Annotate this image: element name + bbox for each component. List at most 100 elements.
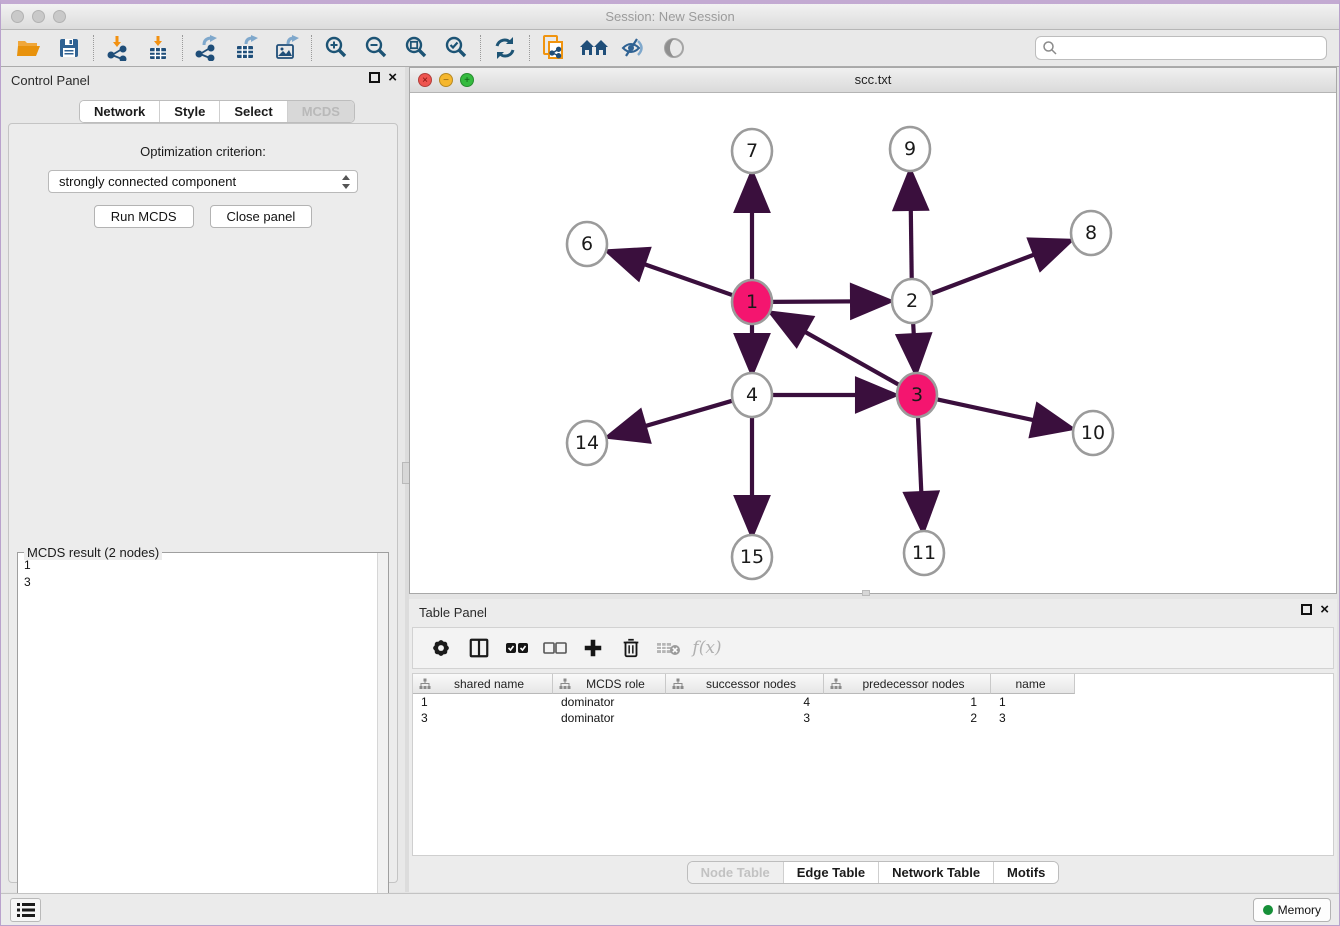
graph-node-15[interactable]: 15 — [732, 535, 772, 579]
delete-columns-button[interactable] — [615, 632, 647, 664]
graph-node-label: 15 — [740, 546, 764, 568]
add-column-button[interactable] — [577, 632, 609, 664]
graph-node-4[interactable]: 4 — [732, 373, 772, 417]
mcds-result-line: 3 — [24, 574, 376, 591]
graph-node-6[interactable]: 6 — [567, 222, 607, 266]
table-cell[interactable]: 3 — [666, 710, 824, 726]
graph-edge-2-8[interactable] — [930, 243, 1065, 294]
task-history-button[interactable] — [10, 898, 41, 922]
graph-node-14[interactable]: 14 — [567, 421, 607, 465]
float-table-panel-button[interactable] — [1301, 604, 1312, 615]
column-header-predecessor-nodes[interactable]: predecessor nodes — [824, 674, 991, 694]
column-header-successor-nodes[interactable]: successor nodes — [666, 674, 824, 694]
checked-boxes-icon — [504, 638, 530, 658]
fx-icon: f(x) — [692, 638, 721, 658]
graph-node-label: 1 — [746, 291, 758, 313]
toolbar-separator — [93, 35, 94, 61]
graph-node-9[interactable]: 9 — [890, 127, 930, 171]
tab-style[interactable]: Style — [160, 101, 220, 122]
close-table-panel-button[interactable]: × — [1320, 604, 1329, 615]
table-toolbar: f(x) — [412, 627, 1334, 669]
criterion-select[interactable]: strongly connected component — [48, 170, 358, 193]
column-header-MCDS-role[interactable]: MCDS role — [553, 674, 666, 694]
clone-network-button[interactable] — [534, 33, 574, 63]
tab-edge-table[interactable]: Edge Table — [784, 862, 879, 883]
graph-edge-1-2[interactable] — [771, 301, 884, 302]
table-cell[interactable]: 3 — [991, 710, 1075, 726]
zoom-fit-button[interactable] — [396, 33, 436, 63]
graph-edge-3-1[interactable] — [776, 316, 900, 386]
table-row: 1dominator411 — [413, 694, 1333, 710]
control-panel-title: Control Panel — [11, 73, 90, 88]
graph-node-2[interactable]: 2 — [892, 279, 932, 323]
graph-node-8[interactable]: 8 — [1071, 211, 1111, 255]
import-table-button[interactable] — [138, 33, 178, 63]
show-all-button[interactable] — [654, 33, 694, 63]
graph-edge-3-10[interactable] — [936, 399, 1066, 427]
tab-select[interactable]: Select — [220, 101, 287, 122]
graph-node-7[interactable]: 7 — [732, 129, 772, 173]
zoom-selected-icon — [443, 35, 469, 61]
export-image-button[interactable] — [267, 33, 307, 63]
column-header-name[interactable]: name — [991, 674, 1075, 694]
hide-selected-button[interactable] — [614, 33, 654, 63]
mcds-result-line: 1 — [24, 557, 376, 574]
memory-button[interactable]: Memory — [1253, 898, 1331, 922]
refresh-view-button[interactable] — [485, 33, 525, 63]
tab-node-table[interactable]: Node Table — [688, 862, 784, 883]
function-builder-button[interactable]: f(x) — [691, 632, 723, 664]
delete-table-button[interactable] — [653, 632, 685, 664]
table-cell[interactable]: 1 — [413, 694, 553, 710]
graph-edge-4-14[interactable] — [614, 400, 734, 435]
show-column-button[interactable] — [463, 632, 495, 664]
titlebar: Session: New Session — [1, 4, 1339, 30]
zoom-out-button[interactable] — [356, 33, 396, 63]
graph-node-1[interactable]: 1 — [732, 280, 772, 324]
network-graph[interactable]: 7 9 6 8 1 2 4 3 14 10 15 11 — [410, 93, 1338, 593]
first-neighbors-button[interactable] — [574, 33, 614, 63]
table-cell[interactable]: 2 — [824, 710, 991, 726]
column-header-label: predecessor nodes — [847, 677, 990, 691]
search-input[interactable] — [1058, 39, 1320, 57]
table-settings-button[interactable] — [425, 632, 457, 664]
graph-edge-3-11[interactable] — [918, 414, 923, 525]
save-session-button[interactable] — [49, 33, 89, 63]
criterion-selected-value: strongly connected component — [59, 174, 236, 189]
graph-node-11[interactable]: 11 — [904, 531, 944, 575]
close-panel-icon-button[interactable]: × — [388, 72, 397, 83]
graph-edge-1-6[interactable] — [613, 253, 734, 295]
table-cell[interactable]: 3 — [413, 710, 553, 726]
graph-node-10[interactable]: 10 — [1073, 411, 1113, 455]
horizontal-splitter-handle[interactable] — [862, 590, 870, 596]
run-mcds-button[interactable]: Run MCDS — [94, 205, 194, 228]
table-cell[interactable]: dominator — [553, 694, 666, 710]
close-panel-button[interactable]: Close panel — [210, 205, 313, 228]
zoom-in-button[interactable] — [316, 33, 356, 63]
open-session-button[interactable] — [9, 33, 49, 63]
tab-mcds[interactable]: MCDS — [288, 101, 354, 122]
main-toolbar — [1, 30, 1339, 67]
export-network-button[interactable] — [187, 33, 227, 63]
table-cell[interactable]: 4 — [666, 694, 824, 710]
table-cell[interactable]: dominator — [553, 710, 666, 726]
column-header-shared-name[interactable]: shared name — [413, 674, 553, 694]
unselect-all-columns-button[interactable] — [539, 632, 571, 664]
tab-network[interactable]: Network — [80, 101, 160, 122]
network-canvas[interactable]: 7 9 6 8 1 2 4 3 14 10 15 11 — [410, 93, 1336, 593]
tab-network-table[interactable]: Network Table — [879, 862, 994, 883]
import-network-button[interactable] — [98, 33, 138, 63]
mcds-result-list[interactable]: 13 — [18, 557, 376, 926]
zoom-selected-button[interactable] — [436, 33, 476, 63]
node-table: shared nameMCDS rolesuccessor nodes prede… — [412, 673, 1334, 856]
export-table-button[interactable] — [227, 33, 267, 63]
graph-edge-2-9[interactable] — [910, 177, 911, 282]
graph-edge-2-3[interactable] — [913, 320, 916, 367]
result-scrollbar[interactable] — [377, 553, 388, 926]
mcds-result-groupbox: MCDS result (2 nodes) 13 — [17, 552, 389, 926]
float-panel-button[interactable] — [369, 72, 380, 83]
table-cell[interactable]: 1 — [824, 694, 991, 710]
select-all-columns-button[interactable] — [501, 632, 533, 664]
table-cell[interactable]: 1 — [991, 694, 1075, 710]
tab-motifs[interactable]: Motifs — [994, 862, 1058, 883]
graph-node-3[interactable]: 3 — [897, 373, 937, 417]
